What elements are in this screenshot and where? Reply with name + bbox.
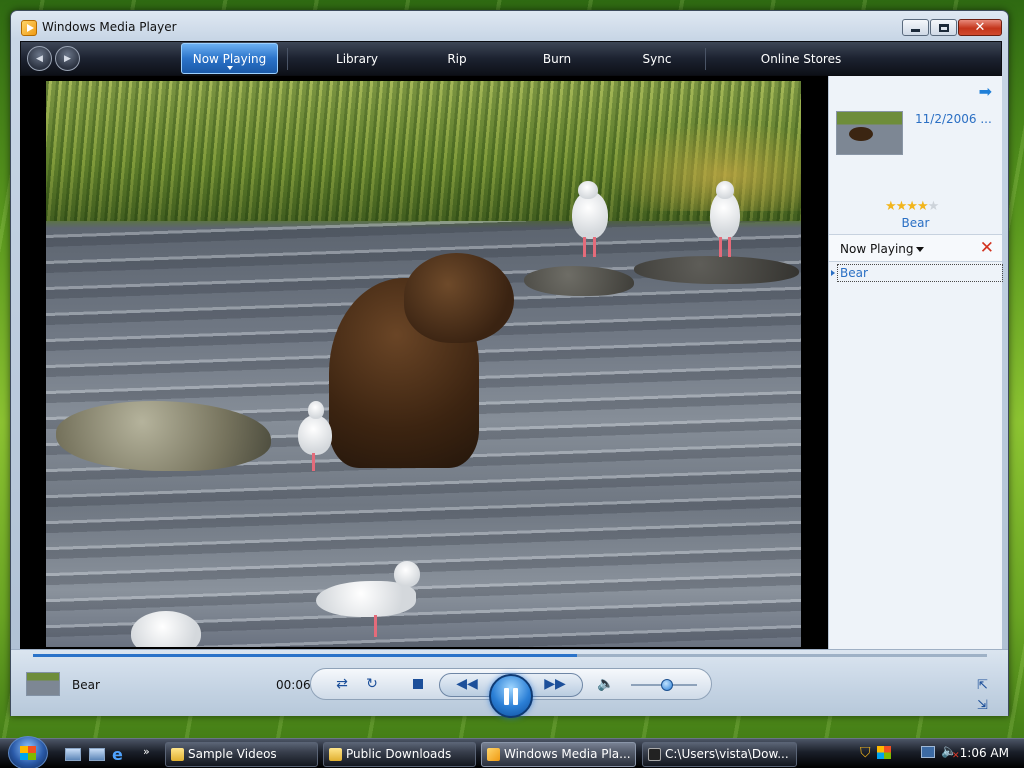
volume-slider[interactable] [631, 679, 697, 691]
stop-icon[interactable] [407, 669, 429, 699]
video-area[interactable] [20, 76, 828, 649]
forward-button[interactable]: ▶ [55, 46, 80, 71]
rating-stars-filled[interactable]: ★★★★ [885, 199, 929, 214]
window-title: Windows Media Player [42, 20, 177, 34]
previous-icon[interactable]: ◀◀ [453, 669, 481, 699]
media-player-window: Windows Media Player ✕ ◀ ▶ Now Playing L… [10, 10, 1009, 718]
now-playing-list-label[interactable]: Now Playing [840, 242, 914, 256]
list-header: Now Playing ✕ [829, 234, 1002, 262]
maximize-icon [938, 23, 949, 32]
network-icon[interactable] [921, 746, 935, 758]
video-gull [126, 606, 206, 647]
tab-separator [705, 48, 706, 70]
taskbar-item-label: Sample Videos [188, 747, 277, 761]
seek-bar-progress [33, 654, 577, 657]
start-button[interactable] [8, 736, 48, 768]
back-button[interactable]: ◀ [27, 46, 52, 71]
close-icon: ✕ [974, 20, 986, 35]
full-screen-icon[interactable]: ⇲ [977, 698, 988, 713]
playback-controls: Bear 00:06 ⇄ ↻ ◀◀ ▶▶ 🔈 ⇱ ⇲ [11, 649, 1008, 718]
video-gull [296, 401, 336, 481]
taskbar: e » Sample Videos Public Downloads Windo… [0, 736, 1024, 768]
tab-online-stores[interactable]: Online Stores [741, 42, 861, 75]
windows-update-icon[interactable] [877, 746, 891, 759]
arrow-right-icon[interactable]: ➡ [979, 82, 992, 101]
maximize-button[interactable] [930, 19, 957, 36]
volume-knob[interactable] [661, 679, 673, 691]
list-pane: ➡ 11/2/2006 ... ★★★★★ Bear Now Playing ✕… [828, 76, 1003, 649]
rating-stars-empty[interactable]: ★ [928, 199, 940, 214]
pause-icon [504, 687, 509, 705]
folder-icon [171, 748, 184, 761]
media-date[interactable]: 11/2/2006 ... [915, 112, 992, 126]
main-toolbar: ◀ ▶ Now Playing Library Rip Burn Sync On… [20, 41, 1002, 76]
pause-button[interactable] [489, 674, 533, 718]
video-gull [316, 551, 436, 647]
system-tray: ⛉ 🔈 ✕ 1:06 AM [855, 739, 1024, 768]
back-arrow-icon: ◀ [36, 53, 43, 64]
shuffle-icon[interactable]: ⇄ [331, 669, 353, 699]
star-rating[interactable]: ★★★★★ [885, 199, 940, 214]
taskbar-item-label: C:\Users\vista\Dow... [665, 747, 789, 761]
tab-burn[interactable]: Burn [507, 42, 607, 75]
show-desktop-icon[interactable] [65, 748, 81, 761]
internet-explorer-icon[interactable]: e [112, 745, 123, 764]
mute-x-icon: ✕ [952, 751, 960, 761]
pause-icon [513, 687, 518, 705]
media-title[interactable]: Bear [829, 216, 1002, 230]
tab-sync[interactable]: Sync [607, 42, 707, 75]
now-playing-thumbnail[interactable] [26, 672, 60, 696]
video-frame[interactable] [46, 81, 801, 647]
close-button[interactable]: ✕ [958, 19, 1002, 36]
switch-to-skin-mode-icon[interactable]: ⇱ [977, 678, 988, 693]
media-player-app-icon[interactable] [21, 20, 37, 36]
tab-library[interactable]: Library [307, 42, 407, 75]
taskbar-item-sample-videos[interactable]: Sample Videos [165, 742, 318, 767]
video-gull [706, 181, 746, 261]
playlist-item[interactable]: Bear [831, 264, 1003, 282]
quick-launch-overflow-icon[interactable]: » [143, 745, 150, 758]
video-grass-highlight [606, 121, 801, 211]
video-bear [329, 253, 519, 468]
tab-now-playing[interactable]: Now Playing [181, 43, 278, 74]
chevron-down-icon[interactable] [916, 247, 924, 252]
video-gull [566, 181, 616, 261]
taskbar-item-windows-media-player[interactable]: Windows Media Pla... [481, 742, 636, 767]
command-prompt-icon [648, 748, 661, 761]
media-player-icon [487, 748, 500, 761]
tab-rip[interactable]: Rip [407, 42, 507, 75]
taskbar-item-label: Windows Media Pla... [504, 747, 631, 761]
system-clock[interactable]: 1:06 AM [960, 746, 1009, 760]
taskbar-item-public-downloads[interactable]: Public Downloads [323, 742, 476, 767]
seek-bar[interactable] [33, 654, 987, 657]
switch-windows-icon[interactable] [89, 748, 105, 761]
taskbar-item-command-prompt[interactable]: C:\Users\vista\Dow... [642, 742, 797, 767]
clear-list-icon[interactable]: ✕ [980, 238, 994, 258]
album-art-thumbnail[interactable] [836, 111, 903, 155]
folder-icon [329, 748, 342, 761]
security-shield-icon[interactable]: ⛉ [860, 745, 871, 761]
elapsed-time: 00:06 [276, 678, 311, 692]
speaker-icon[interactable]: 🔈 [595, 669, 617, 699]
next-icon[interactable]: ▶▶ [541, 669, 569, 699]
forward-arrow-icon: ▶ [64, 53, 71, 64]
tab-separator [287, 48, 288, 70]
video-rock [524, 266, 634, 296]
taskbar-item-label: Public Downloads [346, 747, 452, 761]
repeat-icon[interactable]: ↻ [361, 669, 383, 699]
minimize-button[interactable] [902, 19, 929, 36]
title-bar[interactable]: Windows Media Player ✕ [11, 11, 1008, 41]
minimize-icon [911, 29, 920, 32]
current-track-name: Bear [72, 678, 100, 692]
